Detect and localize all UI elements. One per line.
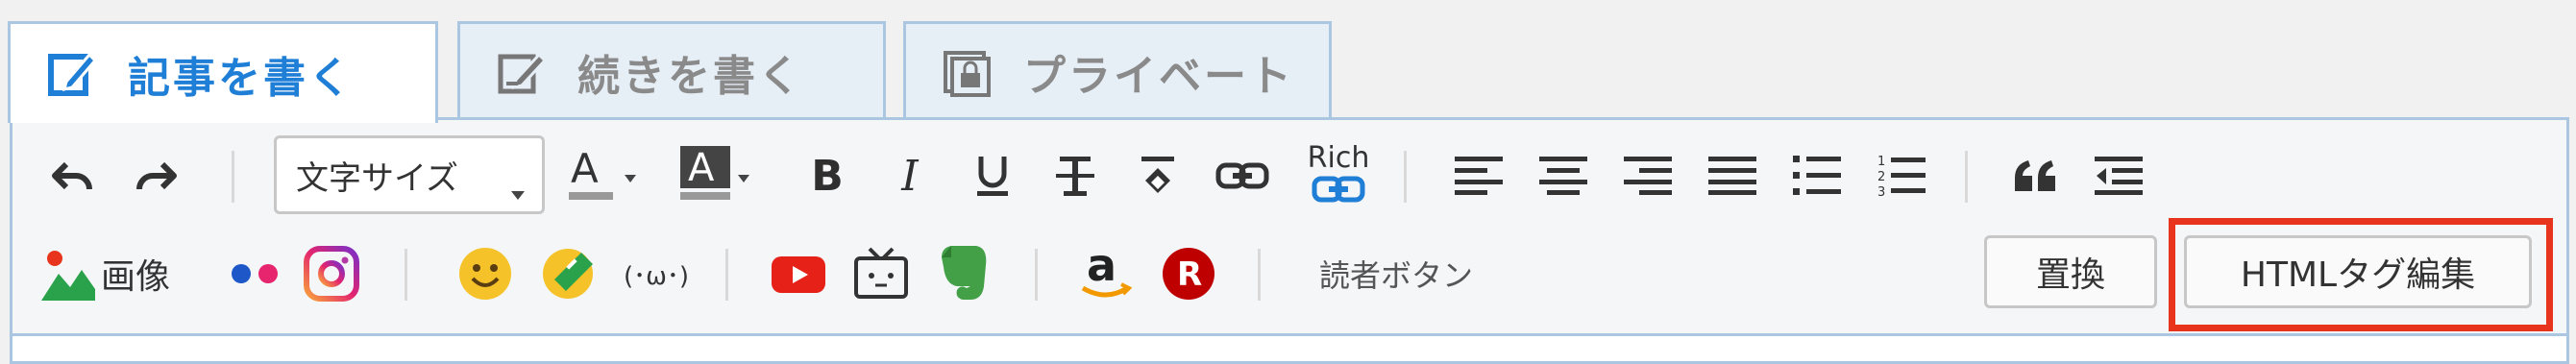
separator (405, 249, 407, 301)
separator (1035, 249, 1038, 301)
svg-text:1: 1 (1877, 155, 1885, 169)
kaomoji-icon[interactable]: (･ω･) (620, 247, 693, 301)
amazon-icon[interactable]: a (1075, 241, 1137, 306)
underline-icon[interactable] (966, 149, 1019, 203)
tab-label: 続きを書く (577, 51, 803, 101)
rich-link-icon (1312, 176, 1365, 203)
align-left-icon[interactable] (1450, 149, 1508, 203)
font-color-icon[interactable]: A (564, 143, 641, 205)
insert-image-button[interactable]: 画像 (41, 243, 205, 304)
align-justify-icon[interactable] (1704, 149, 1761, 203)
separator (1404, 151, 1407, 203)
bold-icon[interactable]: B (800, 149, 854, 203)
chevron-down-icon (511, 171, 525, 209)
svg-text:a: a (1087, 244, 1116, 291)
italic-icon[interactable]: I (883, 149, 937, 203)
replace-button[interactable]: 置換 (1984, 235, 2157, 308)
font-size-label: 文字サイズ (296, 158, 458, 198)
instagram-icon[interactable] (301, 243, 362, 304)
editor-tabs: 記事を書く 続きを書く プライベート (0, 0, 2576, 123)
clear-format-icon[interactable] (1131, 149, 1185, 203)
tab-write-article[interactable]: 記事を書く (8, 21, 438, 123)
background-color-icon[interactable]: A (677, 143, 754, 205)
separator (725, 249, 728, 301)
svg-text:3: 3 (1877, 185, 1885, 198)
tab-private[interactable]: プライベート (903, 21, 1332, 119)
niconico-icon[interactable] (850, 243, 912, 304)
svg-text:A: A (688, 146, 715, 190)
highlight-box (2169, 218, 2553, 331)
undo-icon[interactable] (47, 153, 97, 203)
rakuten-icon[interactable]: R (1158, 243, 1219, 304)
link-icon[interactable] (1214, 149, 1271, 203)
emoji-icon[interactable] (454, 243, 516, 304)
align-right-icon[interactable] (1619, 149, 1677, 203)
flickr-icon[interactable] (226, 247, 283, 301)
strikethrough-icon[interactable] (1048, 149, 1102, 203)
separator (1258, 249, 1261, 301)
editor-panel: 文字サイズ A A B I Rich 123 画像 (･ω･) a R 読者ボタ… (10, 117, 2569, 364)
blockquote-icon[interactable] (2007, 149, 2065, 203)
editor-content-area[interactable] (12, 333, 2566, 361)
tab-write-continuation[interactable]: 続きを書く (457, 21, 886, 119)
reader-button[interactable]: 読者ボタン (1300, 247, 1492, 301)
edit-more-icon (493, 43, 551, 101)
svg-text:R: R (1177, 255, 1202, 294)
evernote-icon[interactable] (933, 239, 994, 306)
font-size-select[interactable]: 文字サイズ (274, 135, 545, 214)
svg-text:A: A (571, 145, 599, 192)
separator (1965, 151, 1968, 203)
image-icon (41, 251, 95, 301)
redo-icon[interactable] (132, 153, 182, 203)
bulleted-list-icon[interactable] (1788, 149, 1846, 203)
svg-text:2: 2 (1877, 170, 1885, 184)
rich-label: Rich (1307, 141, 1370, 175)
image-label: 画像 (101, 257, 171, 297)
align-center-icon[interactable] (1534, 149, 1592, 203)
tab-label: プライベート (1023, 51, 1294, 101)
edit-icon (43, 45, 101, 103)
numbered-list-icon[interactable]: 123 (1873, 149, 1930, 203)
private-icon (939, 43, 996, 101)
separator (232, 151, 234, 203)
tab-label: 記事を書く (128, 53, 354, 103)
rich-link-button[interactable]: Rich (1298, 133, 1379, 212)
youtube-icon[interactable] (768, 247, 829, 301)
outdent-icon[interactable] (2090, 149, 2147, 203)
sticker-icon[interactable] (539, 243, 601, 304)
